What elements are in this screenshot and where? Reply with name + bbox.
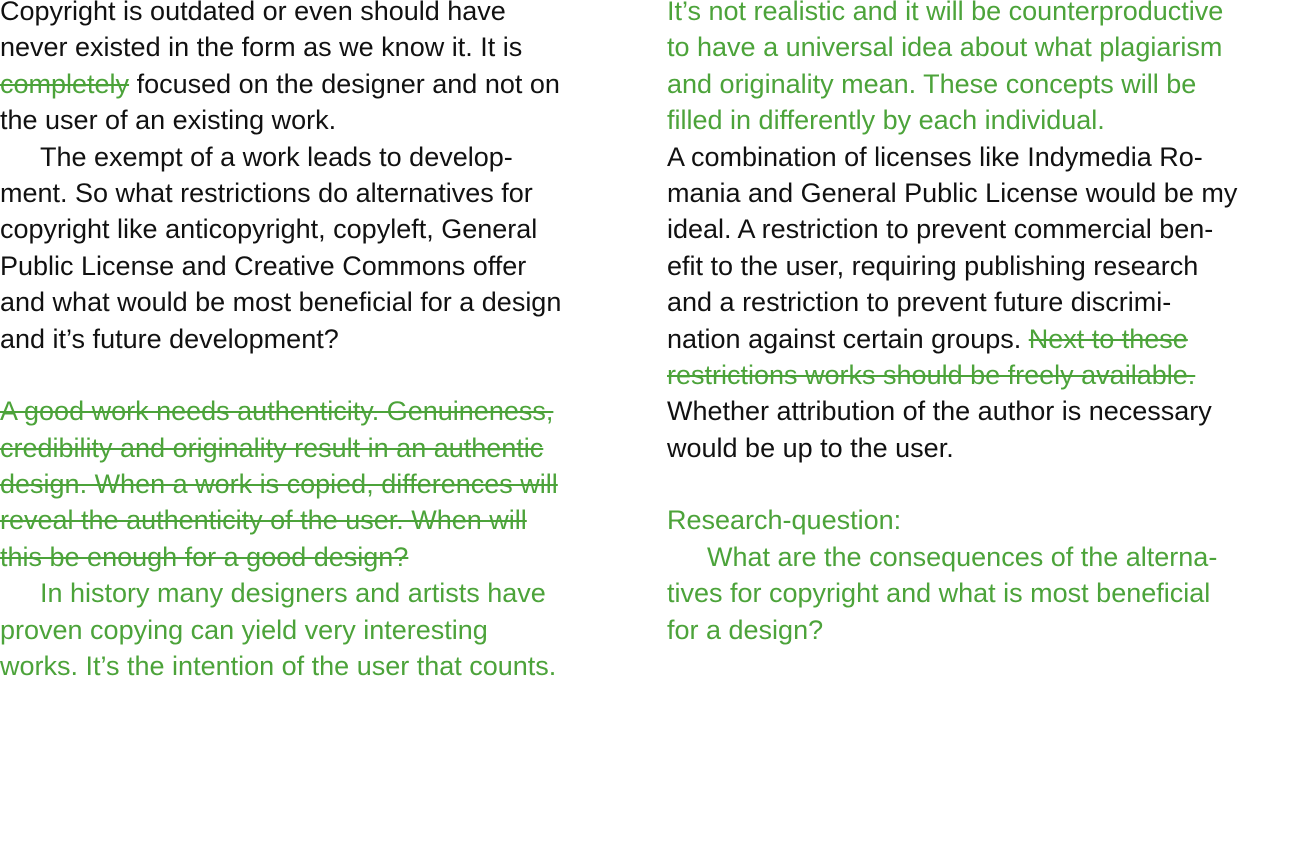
text-line: Whether attribution of the author is nec…: [667, 396, 1212, 427]
struck-authenticity-paragraph: A good work needs authenticity. Genuinen…: [0, 393, 640, 575]
text-line: ideal. A restriction to prevent commerci…: [667, 214, 1214, 245]
exempt-paragraph: The exempt of a work leads to develop- m…: [0, 139, 640, 357]
struck-text: this be enough for a good design?: [0, 541, 409, 572]
text-line: and a restriction to prevent future disc…: [667, 287, 1172, 318]
struck-text: restrictions works should be freely avai…: [667, 359, 1196, 390]
intro-paragraph: Copyright is outdated or even should hav…: [0, 0, 640, 139]
struck-text: reveal the authenticity of the user. Whe…: [0, 505, 527, 536]
left-column: Copyright is outdated or even should hav…: [0, 0, 640, 684]
text-line: What are the consequences of the alterna…: [707, 541, 1218, 572]
struck-text: Next to these: [1028, 323, 1188, 354]
text-line: A combination of licenses like Indymedia…: [667, 141, 1203, 172]
text-line: would be up to the user.: [667, 432, 954, 463]
document-page: Copyright is outdated or even should hav…: [0, 0, 1299, 862]
text-line: efit to the user, requiring publishing r…: [667, 250, 1199, 281]
text-line: and originality mean. These concepts wil…: [667, 68, 1197, 99]
text-line: ment. So what restrictions do alternativ…: [0, 177, 533, 208]
text-line: and it’s future development?: [0, 323, 339, 354]
text-line: Public License and Creative Commons offe…: [0, 250, 527, 281]
plagiarism-paragraph: It’s not realistic and it will be counte…: [667, 0, 1299, 139]
text-line: this be enough for a good design?: [0, 539, 640, 575]
struck-text: credibility and originality result in an…: [0, 432, 544, 463]
struck-word: completely: [0, 68, 130, 99]
right-column: It’s not realistic and it will be counte…: [667, 0, 1299, 648]
text-line: design. When a work is copied, differenc…: [0, 466, 640, 502]
text-line: filled in differently by each individual…: [667, 105, 1105, 136]
text-line: tives for copyright and what is most ben…: [667, 578, 1211, 609]
text-line: and what would be most beneficial for a …: [0, 287, 562, 318]
text-line: In history many designers and artists ha…: [40, 578, 546, 609]
text-line: for a design?: [667, 614, 824, 645]
research-question-block: Research-question: What are the conseque…: [667, 502, 1299, 648]
text-line: nation against certain groups. Next to t…: [667, 321, 1299, 357]
text-line: copyright like anticopyright, copyleft, …: [0, 214, 538, 245]
history-paragraph: In history many designers and artists ha…: [0, 575, 640, 684]
text-line: the user of an existing work.: [0, 105, 337, 136]
text-segment: focused on the designer and not on: [129, 68, 560, 99]
text-line: completely focused on the designer and n…: [0, 66, 640, 102]
text-line: It’s not realistic and it will be counte…: [667, 0, 1224, 26]
text-line: mania and General Public License would b…: [667, 177, 1238, 208]
text-line: works. It’s the intention of the user th…: [0, 651, 557, 682]
text-segment: nation against certain groups.: [667, 323, 1029, 354]
research-question-heading: Research-question:: [667, 505, 902, 536]
struck-text: A good work needs authenticity. Genuinen…: [0, 396, 554, 427]
text-line: The exempt of a work leads to develop-: [40, 141, 513, 172]
text-line: never existed in the form as we know it.…: [0, 32, 523, 63]
text-line: A good work needs authenticity. Genuinen…: [0, 393, 640, 429]
text-line: restrictions works should be freely avai…: [667, 357, 1299, 393]
text-line: to have a universal idea about what plag…: [667, 32, 1223, 63]
text-line: Copyright is outdated or even should hav…: [0, 0, 506, 26]
text-line: reveal the authenticity of the user. Whe…: [0, 502, 640, 538]
licenses-paragraph: A combination of licenses like Indymedia…: [667, 139, 1299, 467]
struck-text: design. When a work is copied, differenc…: [0, 469, 558, 500]
text-line: credibility and originality result in an…: [0, 430, 640, 466]
text-line: proven copying can yield very interestin…: [0, 614, 488, 645]
